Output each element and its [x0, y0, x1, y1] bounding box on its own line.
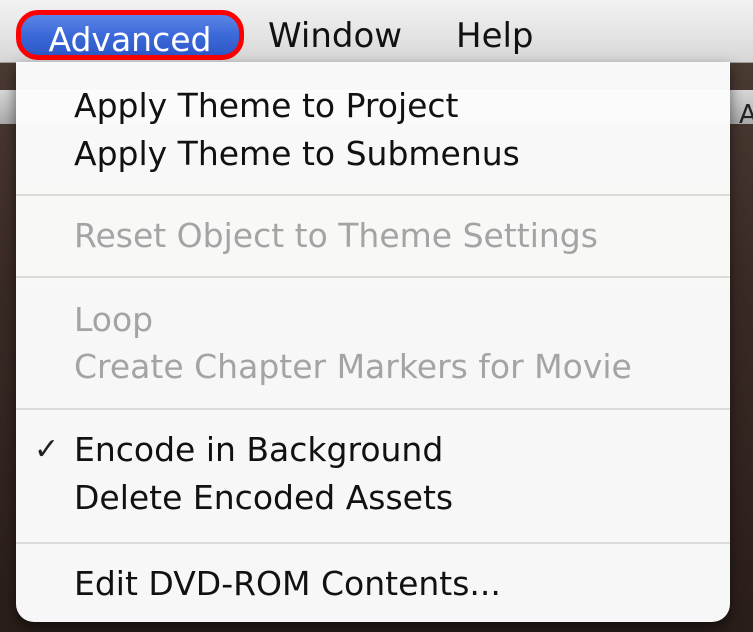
menu-item-apply-theme-to-project[interactable]: Apply Theme to Project — [16, 84, 730, 128]
menu-separator — [16, 276, 730, 278]
menu-advanced[interactable]: Advanced — [16, 10, 244, 60]
menu-help[interactable]: Help — [456, 10, 534, 62]
menu-bar: Advanced Window Help — [0, 0, 753, 63]
menu-item-reset-object-to-theme-settings[interactable]: Reset Object to Theme Settings — [16, 214, 730, 258]
menu-item-encode-in-background[interactable]: ✓ Encode in Background — [16, 428, 730, 472]
menu-item-create-chapter-markers[interactable]: Create Chapter Markers for Movie — [16, 345, 730, 389]
advanced-menu-dropdown: Apply Theme to Project Apply Theme to Su… — [16, 62, 730, 622]
menu-separator — [16, 408, 730, 410]
menu-item-apply-theme-to-submenus[interactable]: Apply Theme to Submenus — [16, 132, 730, 176]
menu-separator — [16, 542, 730, 544]
menu-item-delete-encoded-assets[interactable]: Delete Encoded Assets — [16, 476, 730, 520]
menu-item-loop[interactable]: Loop — [16, 298, 730, 342]
checkmark-icon: ✓ — [34, 432, 60, 467]
background-toolbar-label: A — [739, 100, 753, 130]
menu-separator — [16, 194, 730, 196]
menu-window[interactable]: Window — [268, 10, 402, 62]
menu-item-edit-dvd-rom-contents[interactable]: Edit DVD-ROM Contents... — [16, 562, 730, 606]
menu-item-label: Encode in Background — [74, 430, 444, 469]
